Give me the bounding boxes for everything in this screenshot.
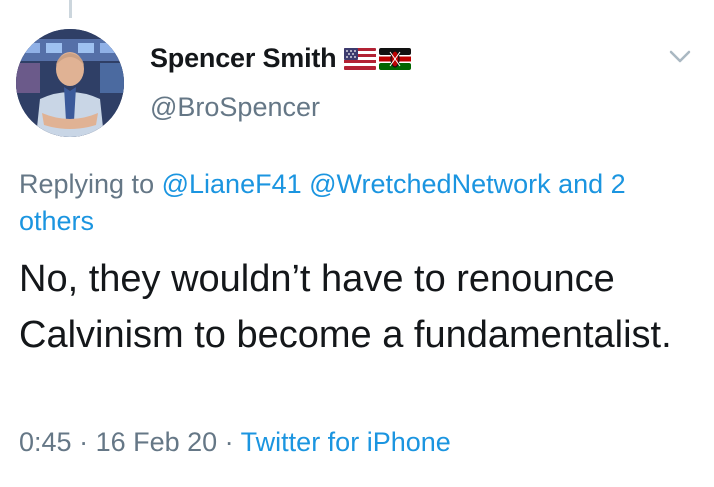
us-flag-icon xyxy=(344,47,377,70)
meta-separator: · xyxy=(217,427,241,457)
kenya-flag-icon xyxy=(379,47,412,70)
thread-line xyxy=(69,0,72,18)
replying-to-prefix: Replying to xyxy=(19,169,155,199)
replying-to: Replying to @LianeF41 @WretchedNetwork a… xyxy=(19,166,699,240)
chevron-down-icon[interactable] xyxy=(667,46,693,66)
user-handle[interactable]: @BroSpencer xyxy=(150,92,320,123)
tweet-text: No, they wouldn’t have to renounce Calvi… xyxy=(19,258,672,356)
avatar-photo xyxy=(16,29,124,137)
tweet-source-link[interactable]: Twitter for iPhone xyxy=(241,427,451,457)
avatar[interactable] xyxy=(16,29,124,137)
tweet-date[interactable]: 16 Feb 20 xyxy=(96,427,218,457)
flag-emojis xyxy=(344,47,412,70)
display-name[interactable]: Spencer Smith xyxy=(150,43,337,74)
name-row: Spencer Smith xyxy=(150,43,412,74)
meta-separator: · xyxy=(71,427,96,457)
tweet-meta: 0:45 · 16 Feb 20 · Twitter for iPhone xyxy=(19,427,451,458)
tweet-time[interactable]: 0:45 xyxy=(19,427,72,457)
